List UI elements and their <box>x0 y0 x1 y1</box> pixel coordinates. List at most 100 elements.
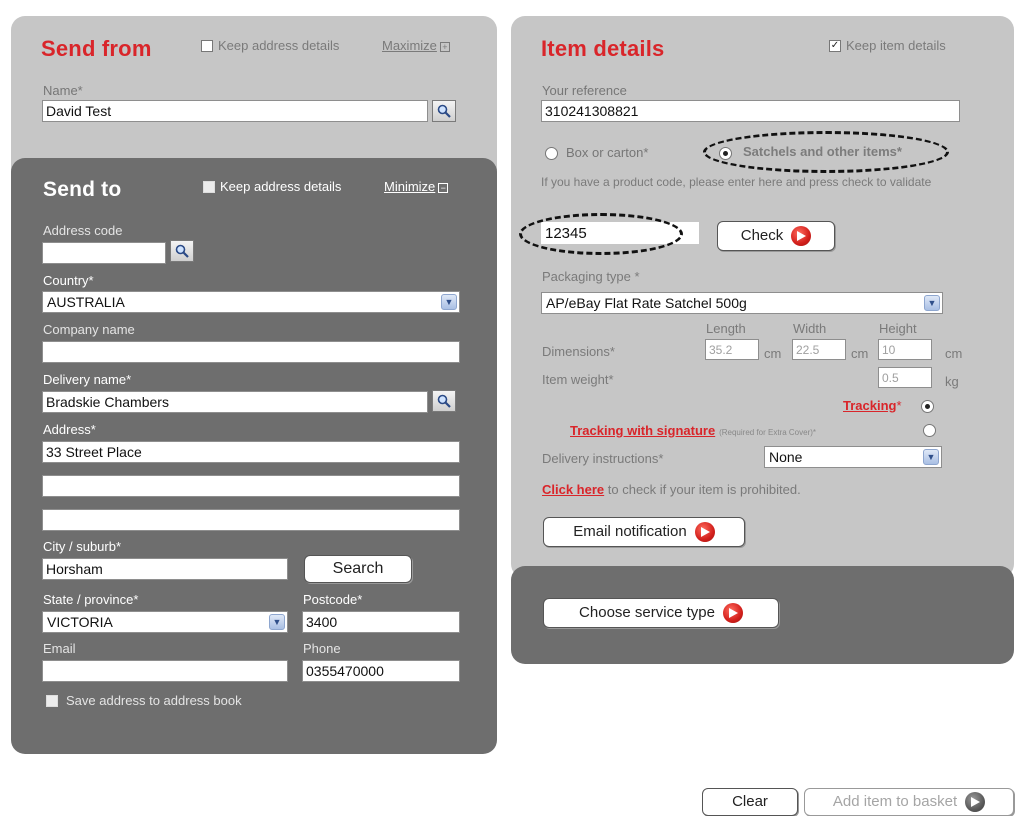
arrow-right-icon <box>965 792 986 813</box>
packaging-value: AP/eBay Flat Rate Satchel 500g <box>546 295 747 311</box>
dimensions-label: Dimensions* <box>542 344 615 359</box>
email-notification-button[interactable]: Email notification <box>543 517 745 547</box>
postcode-input[interactable]: 3400 <box>302 611 460 633</box>
weight-input[interactable]: 0.5 <box>878 367 932 388</box>
tracking-signature-note: (Required for Extra Cover)* <box>719 428 817 437</box>
country-label: Country* <box>43 273 94 288</box>
name-lookup-button[interactable] <box>432 100 456 122</box>
length-unit: cm <box>764 346 782 361</box>
phone-label: Phone <box>303 641 341 656</box>
reference-label: Your reference <box>542 83 627 98</box>
tracking-signature-row: Tracking with signature (Required for Ex… <box>570 422 816 438</box>
send-to-title: Send to <box>43 178 122 201</box>
search-icon <box>437 104 451 118</box>
length-label: Length <box>706 321 746 336</box>
delivery-name-lookup-button[interactable] <box>432 390 456 412</box>
minimize-label: Minimize <box>384 179 436 194</box>
height-unit: cm <box>945 346 963 361</box>
keep-send-from-checkbox[interactable] <box>201 40 213 52</box>
weight-label: Item weight* <box>542 372 614 387</box>
width-unit: cm <box>851 346 869 361</box>
email-input[interactable] <box>42 660 288 682</box>
clear-button[interactable]: Clear <box>702 788 798 816</box>
check-button[interactable]: Check <box>717 221 835 251</box>
search-button[interactable]: Search <box>304 555 412 583</box>
arrow-right-icon <box>722 603 743 624</box>
tracking-radio[interactable] <box>921 400 934 413</box>
address-line1-input[interactable]: 33 Street Place <box>42 441 460 463</box>
delivery-name-label: Delivery name* <box>43 372 132 387</box>
choose-service-label: Choose service type <box>579 604 715 621</box>
check-label: Check <box>740 227 784 244</box>
box-carton-radio[interactable] <box>545 147 558 160</box>
height-label: Height <box>879 321 917 336</box>
address-line2-input[interactable] <box>42 475 460 497</box>
keep-item-label: Keep item details <box>846 38 946 53</box>
maximize-label: Maximize <box>382 38 437 53</box>
minimize-link[interactable]: Minimize − <box>384 179 449 194</box>
click-here-link[interactable]: Click here <box>542 482 604 497</box>
name-input[interactable]: David Test <box>42 100 428 122</box>
address-code-lookup-button[interactable] <box>170 240 194 262</box>
email-notification-label: Email notification <box>573 523 687 540</box>
tracking-signature-link[interactable]: Tracking with signature <box>570 423 715 438</box>
keep-send-from-label: Keep address details <box>218 38 340 53</box>
city-input[interactable]: Horsham <box>42 558 288 580</box>
state-select[interactable]: VICTORIA ▼ <box>42 611 288 633</box>
chevron-down-icon: ▼ <box>923 449 939 465</box>
country-select[interactable]: AUSTRALIA ▼ <box>42 291 460 313</box>
state-label: State / province* <box>43 592 139 607</box>
save-address-checkbox[interactable] <box>46 695 58 707</box>
product-code-highlight <box>519 213 683 255</box>
add-to-basket-button[interactable]: Add item to basket <box>804 788 1014 816</box>
packaging-select[interactable]: AP/eBay Flat Rate Satchel 500g ▼ <box>541 292 943 314</box>
reference-input[interactable]: 310241308821 <box>541 100 960 122</box>
minimize-icon: − <box>438 182 449 193</box>
city-label: City / suburb* <box>43 539 122 554</box>
name-label: Name* <box>43 83 83 98</box>
search-icon <box>437 394 451 408</box>
keep-item-checkbox[interactable]: ✓ <box>829 40 841 52</box>
postcode-label: Postcode* <box>303 592 363 607</box>
maximize-link[interactable]: Maximize + <box>382 38 450 53</box>
search-icon <box>175 244 189 258</box>
length-input[interactable]: 35.2 <box>705 339 759 360</box>
delivery-name-input[interactable]: Bradskie Chambers <box>42 391 428 413</box>
email-label: Email <box>43 641 76 656</box>
tracking-link[interactable]: Tracking <box>843 398 896 413</box>
box-carton-label: Box or carton* <box>566 145 649 160</box>
chevron-down-icon: ▼ <box>924 295 940 311</box>
product-code-hint: If you have a product code, please enter… <box>541 175 932 189</box>
phone-input[interactable]: 0355470000 <box>302 660 460 682</box>
arrow-right-icon <box>791 226 812 247</box>
arrow-right-icon <box>694 522 715 543</box>
tracking-required: * <box>896 398 902 413</box>
keep-send-to-label: Keep address details <box>220 179 342 194</box>
delivery-instructions-value: None <box>769 449 803 465</box>
choose-service-button[interactable]: Choose service type <box>543 598 779 628</box>
address-code-label: Address code <box>43 223 123 238</box>
address-label: Address* <box>43 422 96 437</box>
keep-send-to-checkbox[interactable] <box>203 181 215 193</box>
company-name-input[interactable] <box>42 341 460 363</box>
country-value: AUSTRALIA <box>47 294 125 310</box>
height-input[interactable]: 10 <box>878 339 932 360</box>
item-details-title: Item details <box>541 36 665 61</box>
chevron-down-icon: ▼ <box>269 614 285 630</box>
state-value: VICTORIA <box>47 614 113 630</box>
address-code-input[interactable] <box>42 242 166 264</box>
maximize-icon: + <box>439 41 450 52</box>
tracking-signature-radio[interactable] <box>923 424 936 437</box>
delivery-instructions-select[interactable]: None ▼ <box>764 446 942 468</box>
delivery-instructions-label: Delivery instructions* <box>542 451 664 466</box>
address-line3-input[interactable] <box>42 509 460 531</box>
packaging-label: Packaging type * <box>542 269 640 284</box>
company-name-label: Company name <box>43 322 135 337</box>
weight-unit: kg <box>945 374 959 389</box>
send-from-title: Send from <box>41 36 152 61</box>
width-input[interactable]: 22.5 <box>792 339 846 360</box>
width-label: Width <box>793 321 827 336</box>
satchels-highlight <box>703 131 949 173</box>
tracking-row: Tracking* <box>843 397 902 413</box>
save-address-label: Save address to address book <box>66 693 242 708</box>
